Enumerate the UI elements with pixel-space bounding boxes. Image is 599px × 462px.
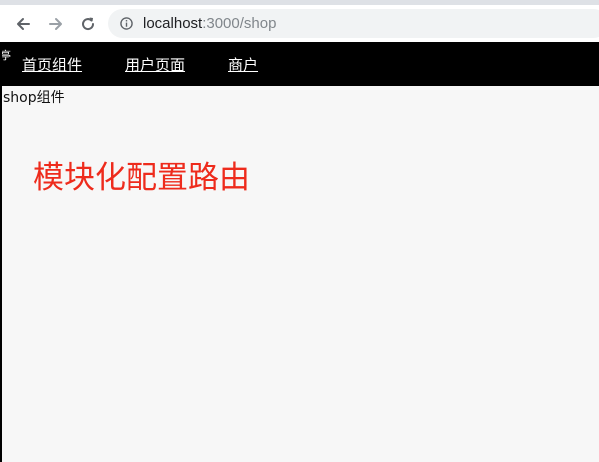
url-path: :3000/shop [202,15,277,32]
reload-icon [82,17,95,31]
forward-button[interactable] [45,13,67,35]
arrow-right-icon [49,18,62,30]
app-navbar: 亭 首页组件 用户页面 商户 [0,42,599,86]
page-headline: 模块化配置路由 [33,160,250,196]
info-icon[interactable] [120,17,133,30]
component-label: shop组件 [3,90,65,106]
back-button[interactable] [12,13,34,35]
address-bar[interactable]: localhost:3000/shop [108,9,599,38]
arrow-left-icon [17,18,30,30]
url-text[interactable]: localhost:3000/shop [143,14,276,33]
nav-link-home[interactable]: 首页组件 [22,55,82,75]
url-host: localhost [143,15,203,32]
browser-toolbar: localhost:3000/shop [0,5,599,42]
nav-link-shop[interactable]: 商户 [228,55,258,75]
nav-link-user[interactable]: 用户页面 [125,55,185,75]
page-left-border [0,42,2,462]
reload-button[interactable] [77,13,99,35]
